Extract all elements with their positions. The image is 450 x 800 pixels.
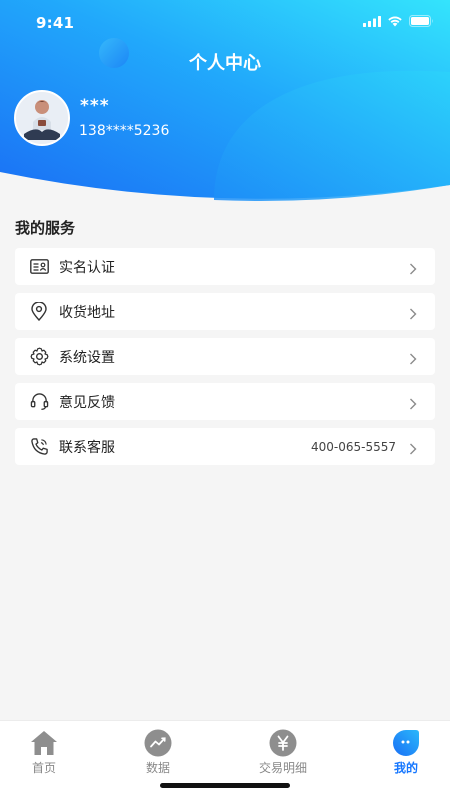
battery-icon [409, 15, 433, 27]
chart-icon [144, 729, 172, 757]
chevron-right-icon [409, 395, 417, 414]
id-card-icon [29, 257, 49, 277]
tab-data[interactable]: 数据 [118, 729, 198, 776]
nickname: *** [80, 96, 110, 116]
avatar-image [16, 92, 68, 144]
tab-label: 数据 [145, 761, 170, 775]
menu-item-real-name-auth[interactable]: 实名认证 [15, 248, 435, 285]
signal-icon [363, 15, 381, 27]
menu-item-system-settings[interactable]: 系统设置 [15, 338, 435, 375]
phone-icon [29, 437, 49, 457]
menu-item-feedback[interactable]: 意见反馈 [15, 383, 435, 420]
tab-transactions[interactable]: 交易明细 [243, 729, 323, 776]
services-menu: 实名认证 收货地址 系统设置 意见反馈 联系客服 400-065-5557 [15, 248, 435, 473]
chevron-right-icon [409, 440, 417, 459]
menu-item-label: 系统设置 [59, 349, 115, 366]
phone-number: 138****5236 [79, 123, 170, 139]
menu-item-label: 联系客服 [59, 439, 115, 456]
menu-item-label: 收货地址 [59, 304, 115, 321]
yen-icon [269, 729, 297, 757]
home-icon [30, 729, 58, 757]
service-phone-number: 400-065-5557 [310, 439, 396, 454]
location-pin-icon [29, 302, 49, 322]
menu-item-label: 意见反馈 [59, 394, 115, 411]
bottom-tab-bar: 首页 数据 交易明细 我的 [0, 720, 450, 800]
chevron-right-icon [409, 305, 417, 324]
avatar[interactable] [14, 90, 70, 146]
tab-mine[interactable]: 我的 [366, 729, 446, 776]
menu-item-customer-service[interactable]: 联系客服 400-065-5557 [15, 428, 435, 465]
headset-icon [29, 392, 49, 412]
status-icons [363, 15, 434, 27]
menu-item-label: 实名认证 [59, 259, 115, 276]
tab-label: 交易明细 [258, 761, 307, 775]
profile-header: 9:41 个人中心 *** 138****5236 [0, 0, 450, 210]
menu-item-shipping-address[interactable]: 收货地址 [15, 293, 435, 330]
wifi-icon [388, 16, 402, 27]
status-bar: 9:41 [0, 0, 450, 44]
page-title: 个人中心 [189, 53, 261, 74]
profile-icon [392, 729, 420, 757]
status-time: 9:41 [36, 14, 75, 32]
services-title: 我的服务 [15, 219, 76, 237]
tab-label: 我的 [393, 761, 418, 775]
chevron-right-icon [409, 350, 417, 369]
gear-icon [29, 347, 49, 367]
tab-label: 首页 [31, 761, 56, 775]
chevron-right-icon [409, 260, 417, 279]
tab-home[interactable]: 首页 [4, 729, 84, 776]
home-indicator [160, 783, 290, 788]
